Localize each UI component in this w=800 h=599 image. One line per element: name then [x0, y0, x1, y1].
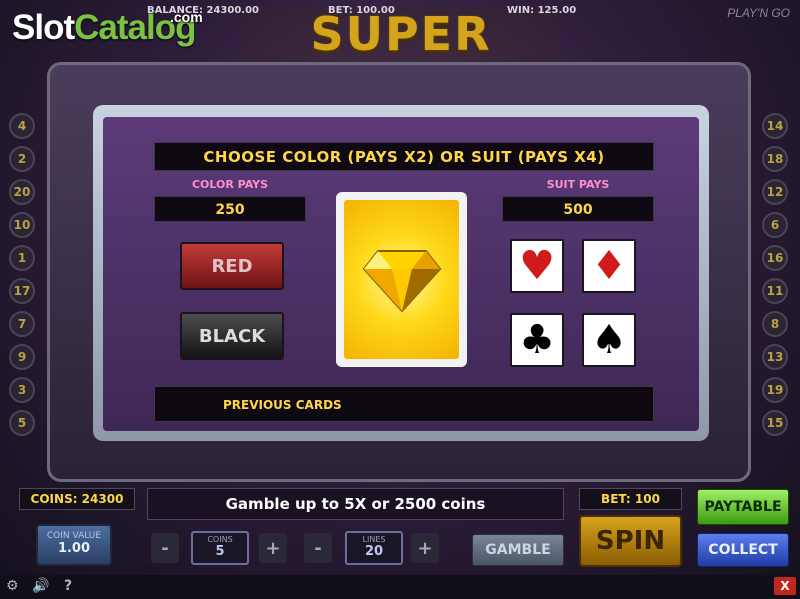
payline-right-18: 18 [762, 146, 788, 172]
black-button[interactable]: BLACK [180, 312, 284, 360]
payline-right-8: 8 [762, 311, 788, 337]
payline-left-7: 7 [9, 311, 35, 337]
payline-left-4: 4 [9, 113, 35, 139]
coin-value-button[interactable]: COIN VALUE 1.00 [36, 524, 112, 566]
lines-label: LINES [362, 535, 386, 544]
gamble-card [336, 192, 467, 367]
payline-left-10: 10 [9, 212, 35, 238]
suit-pays-label: SUIT PAYS [546, 178, 610, 191]
lines-decrease-button[interactable]: - [304, 533, 332, 563]
coins-decrease-button[interactable]: - [151, 533, 179, 563]
card-face [344, 200, 459, 359]
payline-right-12: 12 [762, 179, 788, 205]
balance-text: BALANCE: 24300.00 [147, 5, 259, 16]
clubs-icon: ♣ [519, 317, 555, 363]
spin-button[interactable]: SPIN [579, 515, 682, 567]
settings-icon[interactable]: ⚙ [6, 578, 19, 594]
payline-column-left: 4 2 20 10 1 17 7 9 3 5 [9, 113, 39, 436]
spades-icon: ♠ [591, 317, 627, 363]
payline-right-13: 13 [762, 344, 788, 370]
payline-right-6: 6 [762, 212, 788, 238]
paytable-button[interactable]: PAYTABLE [697, 489, 789, 525]
coins-stepper: COINS 5 [191, 531, 249, 565]
hearts-icon: ♥ [519, 243, 555, 289]
watermark-part1: Slot [12, 8, 75, 47]
lines-value: 20 [364, 544, 384, 559]
diamonds-button[interactable]: ♦ [582, 239, 636, 293]
bet-display: BET: 100 [579, 488, 682, 510]
provider-logo: PLAY'N GO [727, 6, 790, 20]
previous-cards-bar: PREVIOUS CARDS [154, 386, 654, 422]
coins-value: 5 [215, 544, 225, 559]
coin-value-label: COIN VALUE [46, 531, 102, 541]
lines-increase-button[interactable]: + [411, 533, 439, 563]
color-pays-value: 250 [154, 196, 306, 222]
message-bar: Gamble up to 5X or 2500 coins [147, 488, 564, 520]
payline-column-right: 14 18 12 6 16 11 8 13 19 15 [762, 113, 792, 436]
close-button[interactable]: X [774, 577, 796, 595]
collect-button[interactable]: COLLECT [697, 533, 789, 567]
payline-left-5: 5 [9, 410, 35, 436]
payline-right-11: 11 [762, 278, 788, 304]
hearts-button[interactable]: ♥ [510, 239, 564, 293]
payline-left-3: 3 [9, 377, 35, 403]
spades-button[interactable]: ♠ [582, 313, 636, 367]
coins-increase-button[interactable]: + [259, 533, 287, 563]
payline-right-14: 14 [762, 113, 788, 139]
payline-left-9: 9 [9, 344, 35, 370]
coins-display: COINS: 24300 [19, 488, 135, 510]
payline-left-2: 2 [9, 146, 35, 172]
clubs-button[interactable]: ♣ [510, 313, 564, 367]
red-button[interactable]: RED [180, 242, 284, 290]
suit-pays-value: 500 [502, 196, 654, 222]
lines-stepper: LINES 20 [345, 531, 403, 565]
win-text: WIN: 125.00 [507, 5, 577, 16]
gamble-button[interactable]: GAMBLE [472, 534, 564, 566]
payline-right-16: 16 [762, 245, 788, 271]
payline-right-19: 19 [762, 377, 788, 403]
color-pays-label: COLOR PAYS [191, 178, 269, 191]
sound-icon[interactable]: 🔊 [32, 578, 49, 594]
gamble-banner: CHOOSE COLOR (PAYS X2) OR SUIT (PAYS X4) [154, 142, 654, 171]
coin-value-amount: 1.00 [57, 541, 91, 556]
diamond-gem-icon [362, 249, 441, 312]
coins-label: COINS [207, 535, 233, 544]
status-bet-text: BET: 100.00 [328, 5, 395, 16]
payline-right-15: 15 [762, 410, 788, 436]
payline-left-1: 1 [9, 245, 35, 271]
help-icon[interactable]: ? [64, 578, 72, 594]
payline-left-20: 20 [9, 179, 35, 205]
status-bar [0, 575, 800, 599]
payline-left-17: 17 [9, 278, 35, 304]
diamonds-icon: ♦ [591, 243, 627, 289]
